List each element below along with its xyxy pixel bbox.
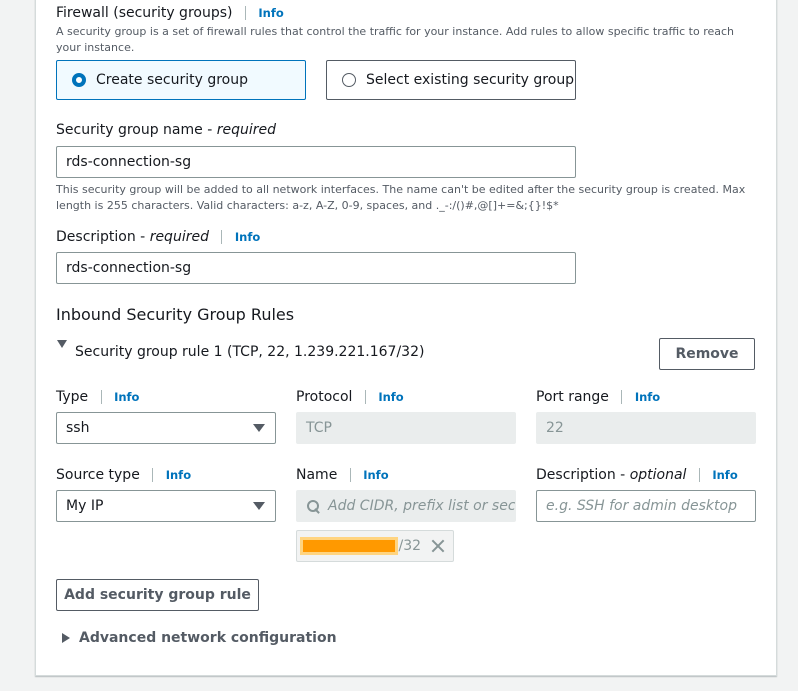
cidr-token-suffix: /32 bbox=[398, 538, 422, 554]
rule-description-label: Description - bbox=[536, 467, 630, 483]
port-range-input: 22 bbox=[536, 412, 756, 444]
protocol-header: Protocol Info bbox=[296, 389, 404, 405]
create-security-group-option[interactable]: Create security group bbox=[56, 60, 306, 100]
create-security-group-label: Create security group bbox=[96, 72, 248, 88]
sg-name-label: Security group name - required bbox=[56, 122, 276, 138]
separator bbox=[152, 468, 154, 482]
rule-description-input[interactable]: e.g. SSH for admin desktop bbox=[536, 490, 756, 522]
rule-expand-toggle[interactable] bbox=[57, 340, 67, 348]
separator bbox=[349, 468, 351, 482]
firewall-info-link[interactable]: Info bbox=[258, 6, 283, 20]
source-type-info-link[interactable]: Info bbox=[166, 468, 191, 482]
protocol-input: TCP bbox=[296, 412, 516, 444]
remove-rule-button[interactable]: Remove bbox=[659, 338, 755, 370]
separator bbox=[244, 6, 246, 20]
separator bbox=[100, 390, 102, 404]
cidr-search-placeholder: Add CIDR, prefix list or securi bbox=[328, 498, 516, 514]
rule-description-info-link[interactable]: Info bbox=[712, 468, 737, 482]
name-label: Name bbox=[296, 467, 338, 483]
type-select[interactable]: ssh bbox=[56, 412, 276, 444]
type-header: Type Info bbox=[56, 389, 139, 405]
cidr-search-input[interactable]: Add CIDR, prefix list or securi bbox=[296, 490, 516, 522]
protocol-info-link[interactable]: Info bbox=[378, 390, 403, 404]
caret-down-icon bbox=[253, 424, 265, 432]
sg-name-label-text: Security group name - bbox=[56, 122, 217, 138]
sg-name-required: required bbox=[216, 122, 276, 138]
caret-down-icon bbox=[253, 502, 265, 510]
firewall-header: Firewall (security groups) Info bbox=[56, 5, 284, 21]
source-type-label: Source type bbox=[56, 467, 140, 483]
description-header: Description - required Info bbox=[56, 229, 260, 245]
sg-name-input[interactable]: rds-connection-sg bbox=[56, 146, 576, 178]
rule-description-optional: optional bbox=[629, 467, 687, 483]
select-existing-security-group-label: Select existing security group bbox=[366, 72, 575, 88]
separator bbox=[621, 390, 623, 404]
redacted-ip bbox=[303, 540, 395, 552]
firewall-title: Firewall (security groups) bbox=[56, 5, 233, 21]
add-security-group-rule-button[interactable]: Add security group rule bbox=[56, 579, 259, 611]
select-existing-security-group-option[interactable]: Select existing security group bbox=[326, 60, 576, 100]
port-range-header: Port range Info bbox=[536, 389, 660, 405]
description-input[interactable]: rds-connection-sg bbox=[56, 252, 576, 284]
rule-description-header: Description - optional Info bbox=[536, 467, 738, 483]
radio-selected-icon bbox=[72, 73, 86, 87]
source-type-select-value: My IP bbox=[66, 498, 104, 514]
radio-unselected-icon bbox=[342, 73, 356, 87]
inbound-rules-heading: Inbound Security Group Rules bbox=[56, 305, 295, 324]
caret-down-icon bbox=[57, 340, 67, 348]
name-info-link[interactable]: Info bbox=[363, 468, 388, 482]
type-info-link[interactable]: Info bbox=[114, 390, 139, 404]
source-type-select[interactable]: My IP bbox=[56, 490, 276, 522]
advanced-toggle[interactable] bbox=[62, 633, 70, 643]
protocol-label: Protocol bbox=[296, 389, 353, 405]
description-required: required bbox=[149, 229, 209, 245]
search-icon bbox=[307, 499, 320, 513]
port-range-label: Port range bbox=[536, 389, 609, 405]
cidr-token: /32 bbox=[296, 530, 454, 562]
sg-name-help: This security group will be added to all… bbox=[56, 183, 746, 212]
source-type-header: Source type Info bbox=[56, 467, 191, 483]
caret-right-icon bbox=[62, 633, 70, 643]
separator bbox=[364, 390, 366, 404]
port-range-info-link[interactable]: Info bbox=[635, 390, 660, 404]
separator bbox=[698, 468, 700, 482]
rule-title: Security group rule 1 (TCP, 22, 1.239.22… bbox=[75, 344, 425, 360]
description-info-link[interactable]: Info bbox=[235, 230, 260, 244]
type-select-value: ssh bbox=[66, 420, 90, 436]
name-header: Name Info bbox=[296, 467, 389, 483]
separator bbox=[221, 230, 223, 244]
type-label: Type bbox=[56, 389, 89, 405]
description-label: Description - bbox=[56, 229, 150, 245]
firewall-description: A security group is a set of firewall ru… bbox=[56, 25, 735, 54]
close-icon[interactable] bbox=[431, 539, 445, 553]
advanced-network-configuration[interactable]: Advanced network configuration bbox=[79, 630, 337, 646]
